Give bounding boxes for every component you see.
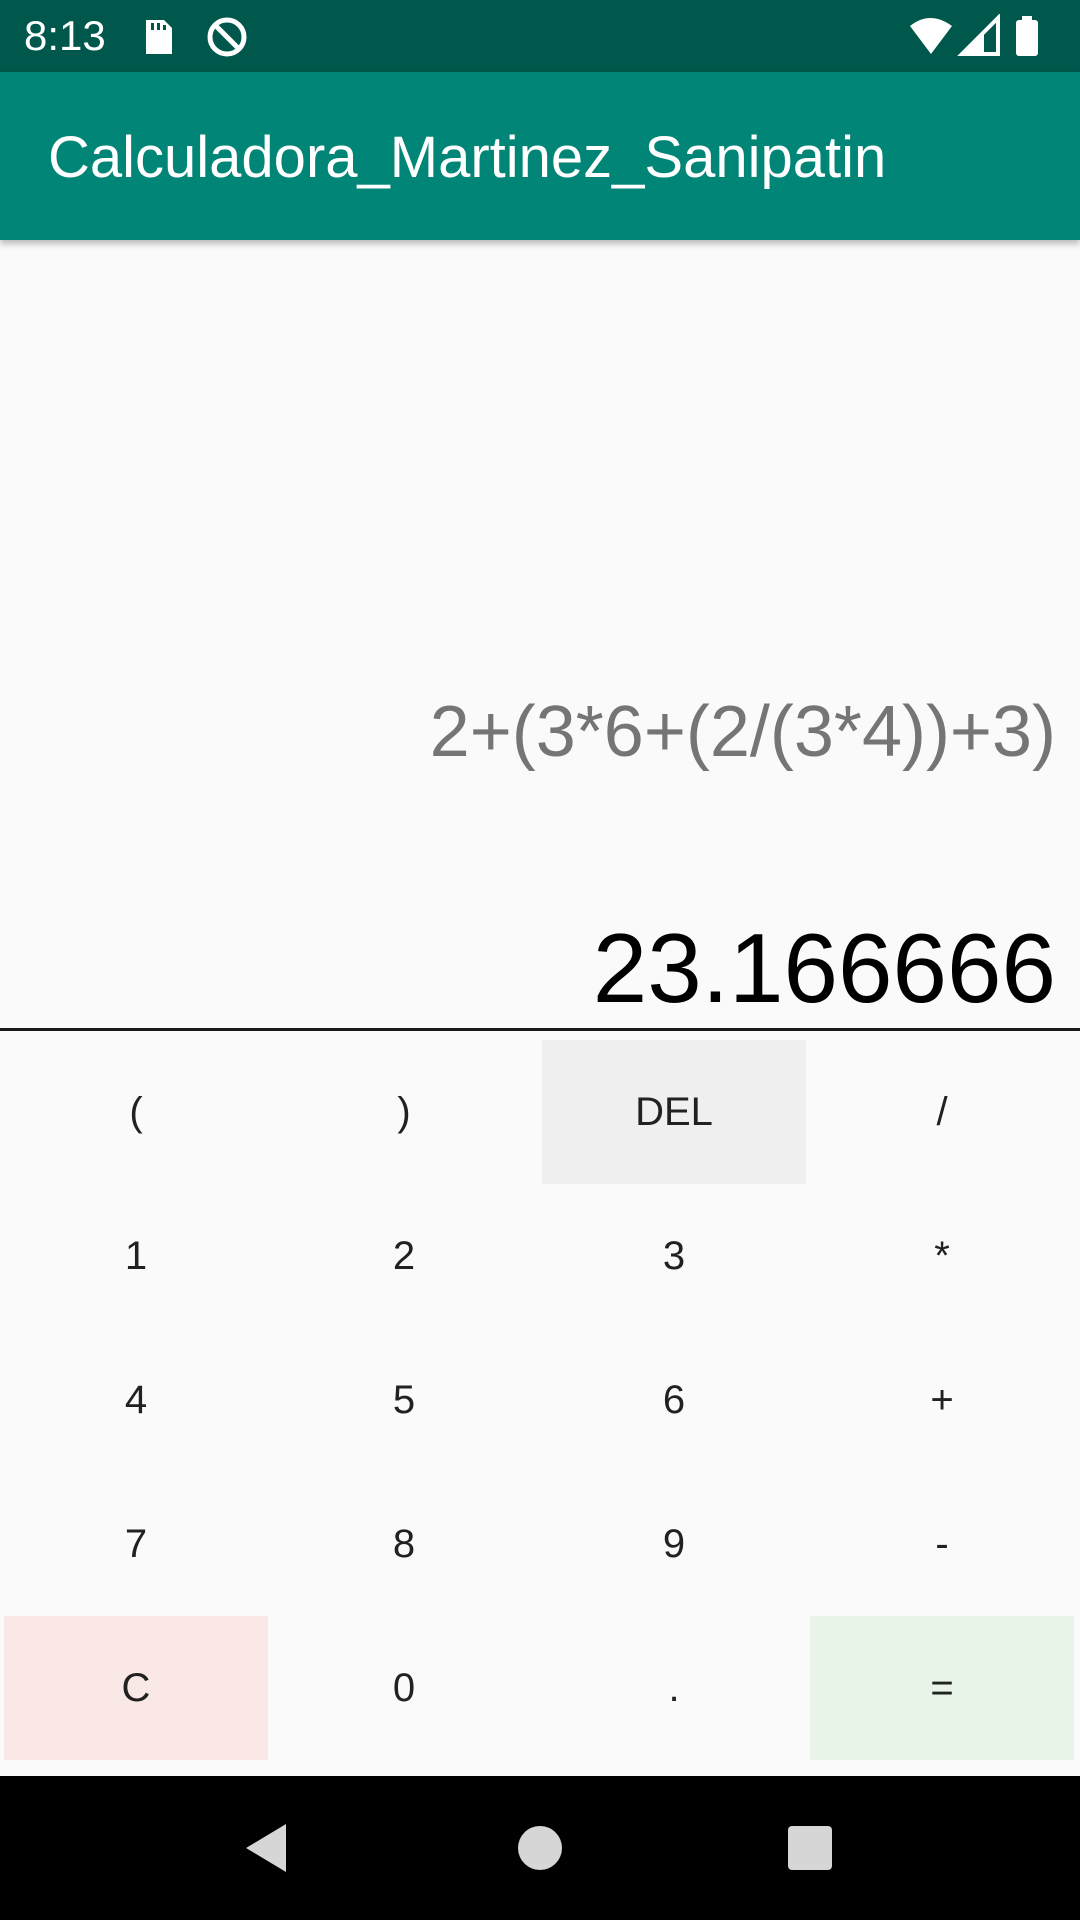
status-bar: 8:13 bbox=[0, 0, 1080, 72]
digit-2-button[interactable]: 2 bbox=[272, 1184, 536, 1328]
expression-text: 2+(3*6+(2/(3*4))+3) bbox=[429, 692, 1056, 772]
digit-4-button[interactable]: 4 bbox=[4, 1328, 268, 1472]
home-icon[interactable] bbox=[504, 1812, 576, 1884]
subtract-button[interactable]: - bbox=[810, 1472, 1074, 1616]
display-divider bbox=[0, 1028, 1080, 1031]
back-icon[interactable] bbox=[232, 1812, 304, 1884]
digit-3-button[interactable]: 3 bbox=[542, 1184, 806, 1328]
app-bar: Calculadora_Martinez_Sanipatin bbox=[0, 72, 1080, 240]
digit-6-button[interactable]: 6 bbox=[542, 1328, 806, 1472]
close-paren-button[interactable]: ) bbox=[272, 1040, 536, 1184]
open-paren-button[interactable]: ( bbox=[4, 1040, 268, 1184]
digit-7-button[interactable]: 7 bbox=[4, 1472, 268, 1616]
add-button[interactable]: + bbox=[810, 1328, 1074, 1472]
app-title: Calculadora_Martinez_Sanipatin bbox=[48, 125, 887, 190]
decimal-button[interactable]: . bbox=[542, 1616, 806, 1760]
no-location-icon bbox=[204, 14, 250, 65]
divide-button[interactable]: / bbox=[810, 1040, 1074, 1184]
digit-8-button[interactable]: 8 bbox=[272, 1472, 536, 1616]
wifi-icon bbox=[910, 18, 952, 54]
clear-button[interactable]: C bbox=[4, 1616, 268, 1760]
recents-icon[interactable] bbox=[774, 1812, 846, 1884]
digit-0-button[interactable]: 0 bbox=[272, 1616, 536, 1760]
multiply-button[interactable]: * bbox=[810, 1184, 1074, 1328]
status-right-icons bbox=[908, 13, 1058, 63]
digit-5-button[interactable]: 5 bbox=[272, 1328, 536, 1472]
calculator-display: 2+(3*6+(2/(3*4))+3) 23.166666 bbox=[0, 240, 1080, 1030]
keypad: ( ) DEL / 1 2 3 * 4 5 6 + 7 8 9 - C 0 . … bbox=[0, 1036, 1080, 1760]
result-text: 23.166666 bbox=[592, 913, 1056, 1023]
navigation-bar bbox=[0, 1776, 1080, 1920]
status-time: 8:13 bbox=[24, 12, 106, 59]
battery-icon bbox=[1016, 16, 1038, 56]
digit-1-button[interactable]: 1 bbox=[4, 1184, 268, 1328]
digit-9-button[interactable]: 9 bbox=[542, 1472, 806, 1616]
equals-button[interactable]: = bbox=[810, 1616, 1074, 1760]
delete-button[interactable]: DEL bbox=[542, 1040, 806, 1184]
cell-signal-icon bbox=[957, 13, 1000, 56]
